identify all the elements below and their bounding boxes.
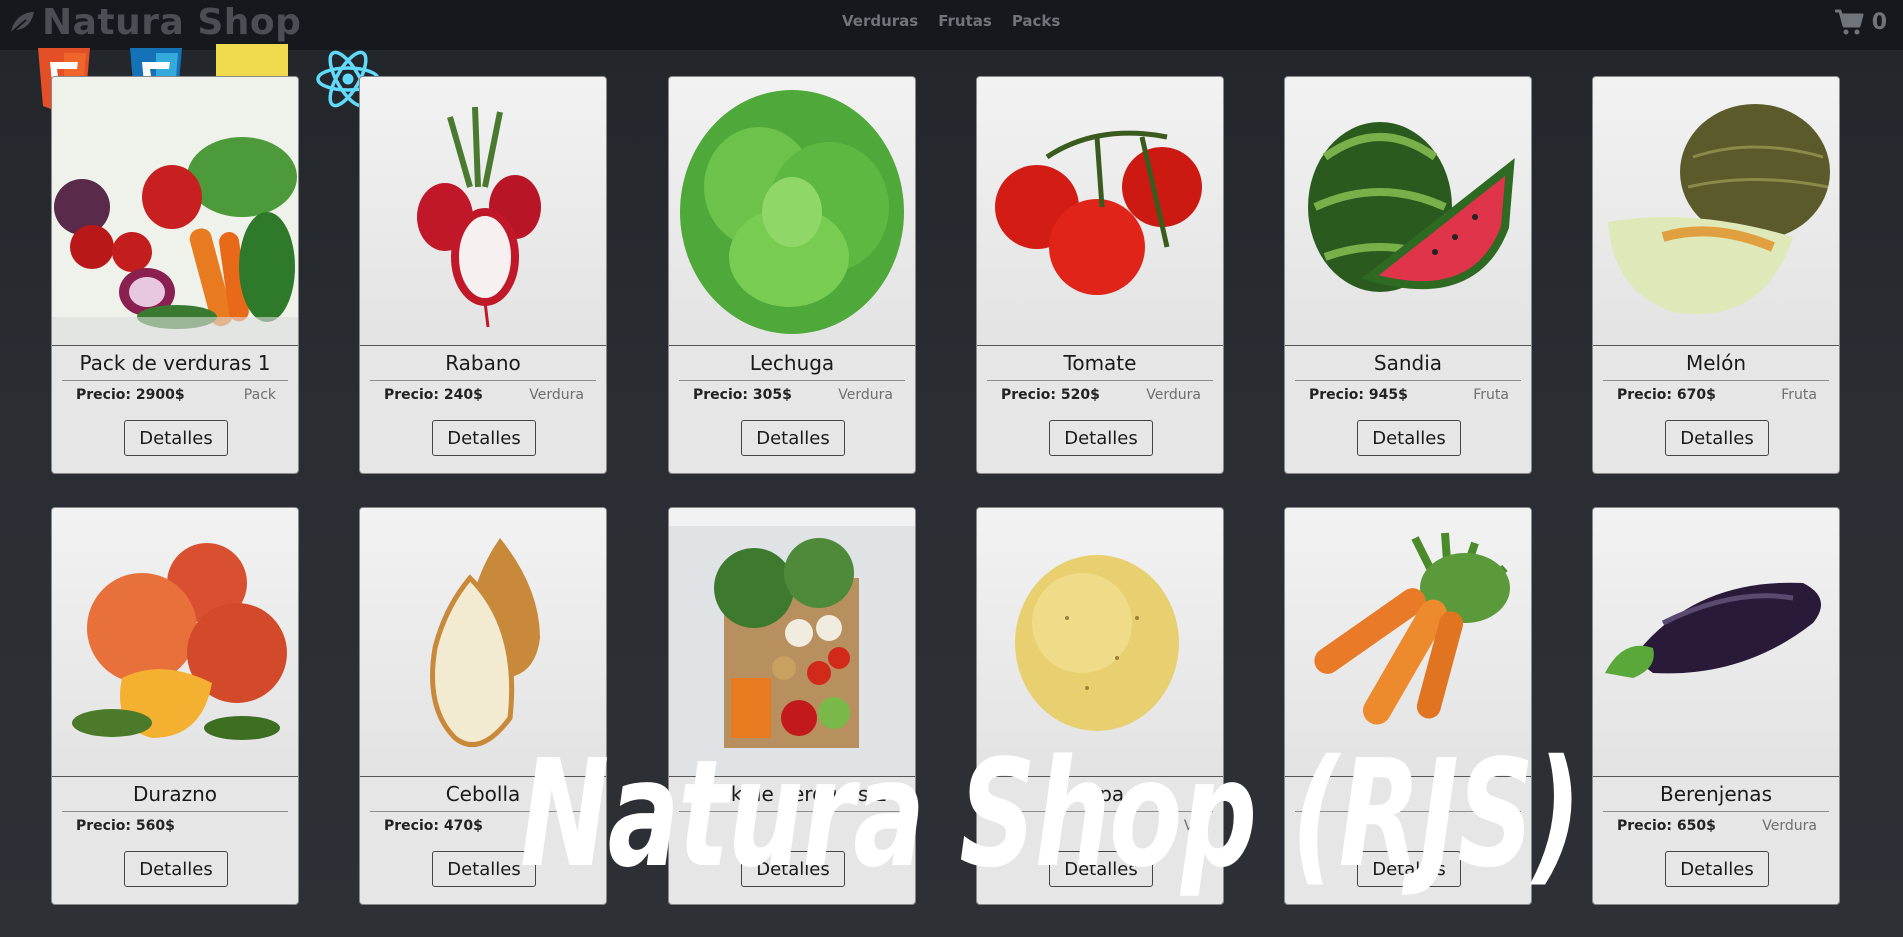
product-card: Durazno Precio: 560$ Detalles bbox=[51, 507, 299, 905]
product-price: Precio: 945$ bbox=[1309, 387, 1408, 403]
divider bbox=[62, 811, 288, 812]
divider bbox=[1603, 380, 1829, 381]
details-button[interactable]: Detalles bbox=[124, 851, 228, 887]
product-name: Lechuga bbox=[749, 351, 835, 375]
product-name: Sandia bbox=[1373, 351, 1443, 375]
product-category: Pack bbox=[243, 387, 276, 403]
product-price: Precio: 305$ bbox=[693, 387, 792, 403]
product-image bbox=[669, 77, 915, 346]
product-category: Fruta bbox=[1473, 387, 1509, 403]
product-card: Tomate Precio: 520$ Verdura Detalles bbox=[976, 76, 1224, 474]
product-name: Tomate bbox=[1063, 351, 1137, 375]
product-image bbox=[1285, 77, 1531, 346]
divider bbox=[987, 380, 1213, 381]
product-price: Precio: 2900$ bbox=[76, 387, 185, 403]
product-name: Berenjenas bbox=[1659, 782, 1772, 806]
details-button[interactable]: Detalles bbox=[1049, 420, 1153, 456]
shopping-cart-icon bbox=[1834, 9, 1864, 35]
product-card: Rabano Precio: 240$ Verdura Detalles bbox=[359, 76, 607, 474]
product-price: Precio: 470$ bbox=[384, 818, 483, 834]
product-price: Precio: 670$ bbox=[1617, 387, 1716, 403]
product-price: Precio: 520$ bbox=[1001, 387, 1100, 403]
product-image bbox=[1593, 508, 1839, 777]
divider bbox=[370, 380, 596, 381]
product-card: Pack de verduras 1 Precio: 2900$ Pack De… bbox=[51, 76, 299, 474]
divider bbox=[679, 380, 905, 381]
divider bbox=[62, 380, 288, 381]
product-card: Melón Precio: 670$ Fruta Detalles bbox=[1592, 76, 1840, 474]
details-button[interactable]: Detalles bbox=[1357, 420, 1461, 456]
overlay-title: Natura Shop (RJS) bbox=[520, 728, 1581, 900]
nav-item-packs[interactable]: Packs bbox=[1012, 12, 1061, 30]
details-button[interactable]: Detalles bbox=[1665, 851, 1769, 887]
details-button[interactable]: Detalles bbox=[741, 420, 845, 456]
cart-button[interactable]: 0 bbox=[1834, 8, 1887, 36]
product-name: Rabano bbox=[445, 351, 521, 375]
product-name: Durazno bbox=[133, 782, 217, 806]
product-price: Precio: 650$ bbox=[1617, 818, 1716, 834]
product-name: Pack de verduras 1 bbox=[79, 351, 271, 375]
product-image bbox=[52, 508, 298, 777]
nav-item-frutas[interactable]: Frutas bbox=[938, 12, 992, 30]
product-price: Precio: 560$ bbox=[76, 818, 175, 834]
product-name: Melón bbox=[1685, 351, 1747, 375]
product-card: Berenjenas Precio: 650$ Verdura Detalles bbox=[1592, 507, 1840, 905]
divider bbox=[1295, 380, 1521, 381]
product-image bbox=[977, 77, 1223, 346]
details-button[interactable]: Detalles bbox=[432, 420, 536, 456]
product-category: Verdura bbox=[1762, 818, 1817, 834]
product-image bbox=[1593, 77, 1839, 346]
product-price: Precio: 240$ bbox=[384, 387, 483, 403]
product-card: Lechuga Precio: 305$ Verdura Detalles bbox=[668, 76, 916, 474]
divider bbox=[1603, 811, 1829, 812]
product-category: Fruta bbox=[1781, 387, 1817, 403]
product-card: Sandia Precio: 945$ Fruta Detalles bbox=[1284, 76, 1532, 474]
details-button[interactable]: Detalles bbox=[1665, 420, 1769, 456]
product-category: Verdura bbox=[1146, 387, 1201, 403]
main-nav: Verduras Frutas Packs bbox=[842, 12, 1060, 30]
top-navbar: Natura Shop Verduras Frutas Packs 0 bbox=[0, 0, 1903, 50]
brand-name: Natura Shop bbox=[42, 1, 302, 43]
product-category: Verdura bbox=[529, 387, 584, 403]
cart-count: 0 bbox=[1871, 9, 1887, 35]
product-image bbox=[52, 77, 298, 346]
product-category: Verdura bbox=[838, 387, 893, 403]
nav-item-verduras[interactable]: Verduras bbox=[842, 12, 918, 30]
brand-logo[interactable]: Natura Shop bbox=[8, 0, 301, 44]
details-button[interactable]: Detalles bbox=[124, 420, 228, 456]
product-image bbox=[360, 77, 606, 346]
leaf-icon bbox=[10, 12, 34, 34]
